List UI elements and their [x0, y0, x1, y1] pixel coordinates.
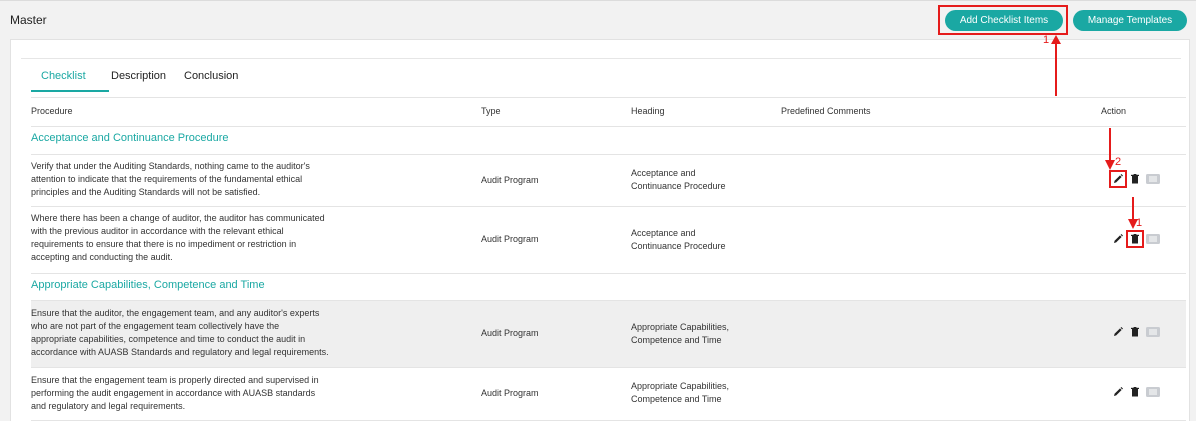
- trash-icon[interactable]: [1126, 230, 1144, 248]
- divider: [31, 206, 1186, 207]
- pencil-icon[interactable]: [1112, 326, 1124, 338]
- list-icon[interactable]: [1146, 173, 1160, 185]
- annotation-number: 1: [1136, 217, 1143, 229]
- heading-cell: Appropriate Capabilities, Competence and…: [631, 322, 730, 345]
- manage-templates-button[interactable]: Manage Templates: [1073, 10, 1187, 31]
- heading-cell: Acceptance and Continuance Procedure: [631, 168, 726, 191]
- type-cell: Audit Program: [481, 234, 539, 244]
- divider: [31, 126, 1186, 127]
- procedure-cell: Ensure that the engagement team is prope…: [31, 375, 319, 411]
- trash-icon[interactable]: [1129, 173, 1141, 185]
- pencil-icon[interactable]: [1112, 386, 1124, 398]
- type-cell: Audit Program: [481, 175, 539, 185]
- divider: [31, 367, 1186, 368]
- list-icon[interactable]: [1146, 326, 1160, 338]
- trash-icon[interactable]: [1129, 386, 1141, 398]
- column-header-action: Action: [1101, 106, 1127, 116]
- annotation-highlight-box: [938, 5, 1068, 35]
- active-tab-indicator: [31, 90, 109, 92]
- tab-checklist[interactable]: Checklist: [41, 70, 86, 82]
- type-cell: Audit Program: [481, 388, 539, 398]
- group-title: Acceptance and Continuance Procedure: [31, 132, 229, 144]
- group-title: Appropriate Capabilities, Competence and…: [31, 279, 265, 291]
- procedure-cell: Verify that under the Auditing Standards…: [31, 161, 310, 197]
- procedure-cell: Ensure that the auditor, the engagement …: [31, 308, 329, 357]
- tab-description[interactable]: Description: [111, 70, 166, 82]
- pencil-icon[interactable]: [1112, 233, 1124, 245]
- type-cell: Audit Program: [481, 328, 539, 338]
- divider: [31, 273, 1186, 274]
- column-header-heading: Heading: [631, 106, 665, 116]
- list-icon[interactable]: [1146, 233, 1160, 245]
- column-header-predefined-comments: Predefined Comments: [781, 106, 871, 116]
- pencil-icon[interactable]: [1109, 170, 1127, 188]
- procedure-cell: Where there has been a change of auditor…: [31, 213, 325, 262]
- heading-cell: Appropriate Capabilities, Competence and…: [631, 381, 730, 404]
- checklist-card: Checklist Description Conclusion Procedu…: [10, 39, 1190, 421]
- tab-conclusion[interactable]: Conclusion: [184, 70, 238, 82]
- list-icon[interactable]: [1146, 386, 1160, 398]
- page-title: Master: [10, 13, 47, 27]
- divider: [21, 58, 1181, 59]
- annotation-number: 1: [1043, 34, 1050, 46]
- column-header-type: Type: [481, 106, 501, 116]
- column-header-procedure: Procedure: [31, 106, 73, 116]
- divider: [31, 97, 1186, 98]
- annotation-arrow-up: [1051, 35, 1061, 96]
- annotation-number: 2: [1115, 156, 1122, 168]
- trash-icon[interactable]: [1129, 326, 1141, 338]
- divider: [31, 154, 1186, 155]
- heading-cell: Acceptance and Continuance Procedure: [631, 228, 726, 251]
